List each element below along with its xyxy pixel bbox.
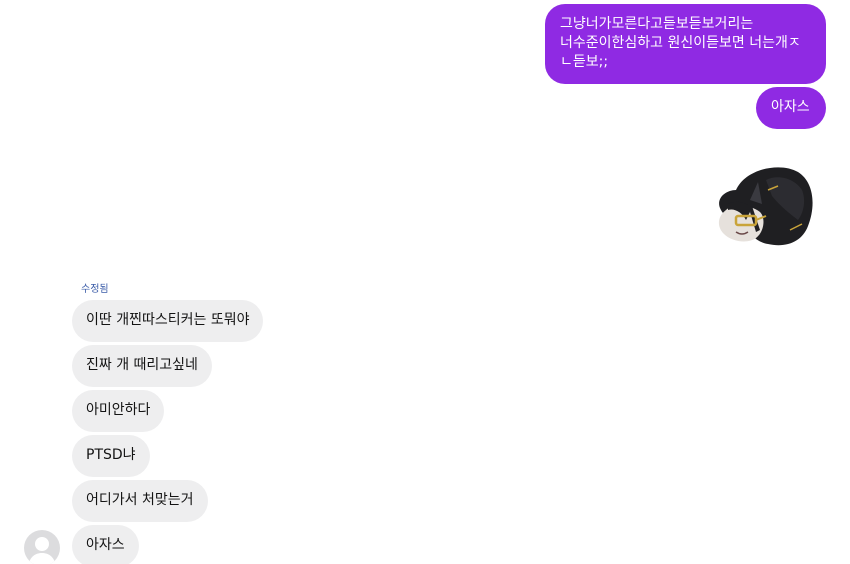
incoming-message[interactable]: 이딴 개찐따스티커는 또뭐야	[72, 300, 264, 342]
edited-label: 수정됨	[81, 284, 109, 295]
incoming-message[interactable]: 진짜 개 때리고싶네	[72, 345, 212, 387]
avatar-silhouette	[28, 537, 56, 564]
plush-character-sticker-icon[interactable]	[706, 160, 818, 256]
incoming-message[interactable]: 아자스	[72, 525, 139, 564]
incoming-message[interactable]: 아미안하다	[72, 390, 165, 432]
incoming-message[interactable]: PTSD냐	[72, 435, 150, 477]
incoming-message[interactable]: 어디가서 처맞는거	[72, 480, 208, 522]
outgoing-message[interactable]: 그냥너가모른다고듣보듣보거리는 너수준이한심하고 원신이듣보면 너는개ㅈ ㄴ듣보…	[545, 4, 826, 84]
chat-thread: 그냥너가모른다고듣보듣보거리는 너수준이한심하고 원신이듣보면 너는개ㅈ ㄴ듣보…	[0, 0, 850, 564]
outgoing-message[interactable]: 아자스	[756, 87, 826, 129]
sticker-image	[718, 167, 813, 246]
default-user-avatar-icon[interactable]	[24, 530, 60, 564]
